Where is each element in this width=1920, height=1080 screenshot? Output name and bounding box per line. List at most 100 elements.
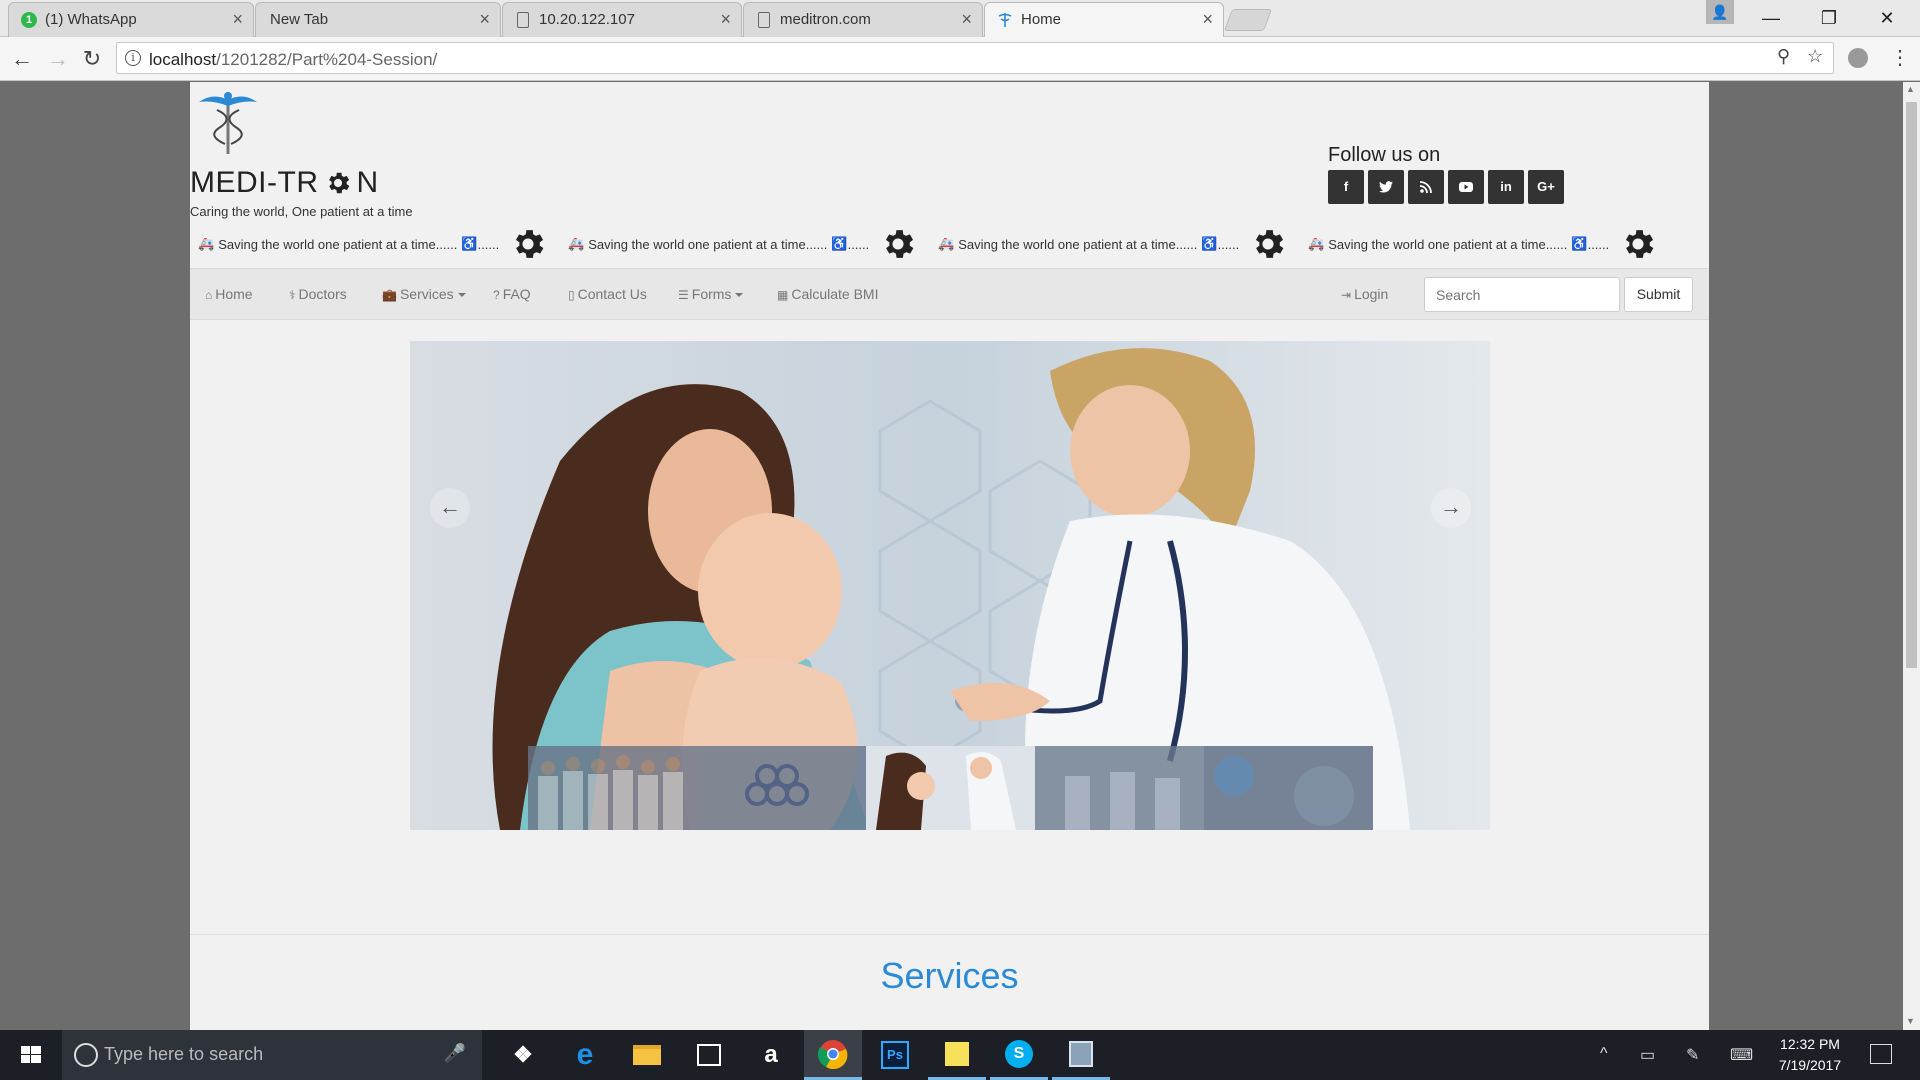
nav-label: Calculate BMI: [791, 286, 879, 302]
microphone-icon[interactable]: 🎤: [444, 1043, 466, 1064]
ambulance-icon: 🚑: [568, 236, 585, 251]
twitter-icon[interactable]: [1368, 170, 1404, 204]
amazon-icon[interactable]: a: [742, 1030, 800, 1080]
forward-arrow-icon[interactable]: →: [44, 45, 72, 73]
taskbar-search-box[interactable]: Type here to search 🎤: [62, 1030, 482, 1080]
taskbar-search-placeholder: Type here to search: [104, 1044, 264, 1064]
service-caduceus-icon: [204, 1018, 284, 1030]
dropbox-icon[interactable]: ❖: [494, 1030, 552, 1080]
carousel-next-arrow[interactable]: →: [1431, 488, 1471, 528]
cortana-icon: [74, 1043, 98, 1067]
close-tab-icon[interactable]: ×: [479, 9, 490, 30]
rss-icon[interactable]: [1408, 170, 1444, 204]
marquee-text: Saving the world one patient at a time..…: [588, 236, 828, 252]
show-hidden-icons-chevron[interactable]: ^: [1600, 1045, 1608, 1063]
nav-faq[interactable]: ? FAQ: [493, 286, 531, 302]
nav-label: Home: [215, 286, 253, 302]
edge-icon[interactable]: e: [556, 1030, 614, 1080]
minimize-button[interactable]: —: [1748, 4, 1794, 32]
caduceus-logo: [199, 92, 257, 154]
restore-button[interactable]: ❐: [1806, 4, 1852, 32]
profile-icon[interactable]: 👤: [1706, 0, 1734, 24]
tab-meditron[interactable]: meditron.com ×: [743, 2, 983, 37]
sticky-notes-icon[interactable]: [928, 1030, 986, 1080]
close-tab-icon[interactable]: ×: [232, 9, 243, 30]
address-bar[interactable]: i localhost/1201282/Part%204-Session/ ⚲ …: [116, 42, 1834, 74]
brand-suffix: N: [356, 166, 379, 199]
close-tab-icon[interactable]: ×: [720, 9, 731, 30]
keyboard-icon[interactable]: ⌨: [1730, 1045, 1753, 1065]
page: MEDI-TR N Caring the world, One patient …: [190, 82, 1709, 1030]
url-text[interactable]: localhost/1201282/Part%204-Session/: [149, 50, 437, 70]
scroll-up-arrow[interactable]: ▲: [1906, 84, 1915, 94]
battery-icon[interactable]: ▭: [1640, 1045, 1655, 1065]
back-arrow-icon[interactable]: ←: [8, 45, 36, 73]
gear-icon: [1626, 230, 1654, 258]
nav-forms-dropdown[interactable]: ☰ Forms: [678, 286, 744, 302]
carousel-prev-arrow[interactable]: ←: [430, 488, 470, 528]
nav-calculate-bmi[interactable]: ▦ Calculate BMI: [777, 286, 879, 302]
store-icon[interactable]: [680, 1030, 738, 1080]
menu-icon[interactable]: ⋮: [1890, 45, 1910, 70]
google-plus-icon[interactable]: G+: [1528, 170, 1564, 204]
tab-title: 10.20.122.107: [539, 11, 635, 28]
bookmark-star-icon[interactable]: ☆: [1807, 46, 1823, 67]
thumbnail-mother-doctor[interactable]: [866, 746, 1035, 830]
nav-label: Contact Us: [577, 286, 647, 302]
tab-ip-address[interactable]: 10.20.122.107 ×: [502, 2, 742, 37]
marquee-item: 🚑 Saving the world one patient at a time…: [1308, 220, 1657, 268]
nav-services-dropdown[interactable]: 💼 Services: [382, 286, 466, 302]
linkedin-icon[interactable]: in: [1488, 170, 1524, 204]
tab-title: Home: [1021, 11, 1062, 28]
close-tab-icon[interactable]: ×: [1202, 9, 1213, 30]
wheelchair-icon: ♿: [1201, 236, 1218, 251]
new-tab-button[interactable]: [1223, 9, 1273, 31]
notifications-icon[interactable]: [1870, 1044, 1892, 1064]
youtube-icon[interactable]: [1448, 170, 1484, 204]
extension-icon[interactable]: [1848, 48, 1868, 68]
thumbnail-globe[interactable]: [1204, 746, 1373, 830]
zoom-icon[interactable]: ⚲: [1777, 46, 1790, 67]
submit-button[interactable]: Submit: [1624, 277, 1693, 312]
thumbnail-doctors-group[interactable]: [528, 746, 697, 830]
app-icon[interactable]: [1052, 1030, 1110, 1080]
nav-doctors[interactable]: ⚕ Doctors: [289, 286, 347, 302]
wheelchair-icon: ♿: [461, 236, 478, 251]
photoshop-icon[interactable]: Ps: [866, 1030, 924, 1080]
facebook-icon[interactable]: f: [1328, 170, 1364, 204]
ambulance-icon: 🚑: [1308, 236, 1325, 251]
marquee-banner: 🚑 Saving the world one patient at a time…: [198, 220, 1698, 268]
info-icon[interactable]: i: [125, 50, 141, 66]
reload-icon[interactable]: ↻: [78, 45, 106, 73]
nav-home[interactable]: ⌂ Home: [205, 286, 253, 302]
briefcase-icon: 💼: [382, 288, 397, 302]
site-brand[interactable]: MEDI-TR N: [190, 166, 379, 200]
thumbnail-surgeons[interactable]: [1035, 746, 1204, 830]
tab-new-tab[interactable]: New Tab ×: [255, 2, 501, 37]
nav-label: Forms: [691, 286, 732, 302]
clock-date: 7/19/2017: [1778, 1057, 1842, 1073]
skype-icon[interactable]: S: [990, 1030, 1048, 1080]
scrollbar-thumb[interactable]: [1906, 102, 1917, 668]
pen-icon[interactable]: ✎: [1686, 1045, 1699, 1065]
viewport: MEDI-TR N Caring the world, One patient …: [0, 82, 1920, 1030]
tagline: Caring the world, One patient at a time: [190, 204, 413, 219]
scroll-down-arrow[interactable]: ▼: [1906, 1016, 1915, 1026]
document-icon: [758, 12, 770, 28]
search-input[interactable]: [1424, 277, 1620, 312]
tab-whatsapp[interactable]: 1 (1) WhatsApp ×: [8, 2, 254, 37]
tab-home[interactable]: Home ×: [984, 2, 1224, 38]
gear-icon: [516, 230, 544, 258]
chrome-icon[interactable]: [804, 1030, 862, 1080]
close-tab-icon[interactable]: ×: [961, 9, 972, 30]
marquee-item: 🚑 Saving the world one patient at a time…: [938, 220, 1287, 268]
file-explorer-icon[interactable]: [618, 1030, 676, 1080]
close-window-button[interactable]: ✕: [1864, 4, 1910, 32]
nav-login[interactable]: ⇥ Login: [1341, 286, 1388, 302]
thumbnail-medical-icons[interactable]: [697, 746, 866, 830]
system-clock[interactable]: 12:32 PM 7/19/2017: [1760, 1034, 1860, 1076]
nav-contact[interactable]: ▯ Contact Us: [568, 286, 647, 302]
list-icon: ☰: [678, 288, 689, 302]
windows-start-icon[interactable]: [0, 1030, 62, 1080]
page-scrollbar[interactable]: ▲ ▼: [1903, 82, 1920, 1030]
